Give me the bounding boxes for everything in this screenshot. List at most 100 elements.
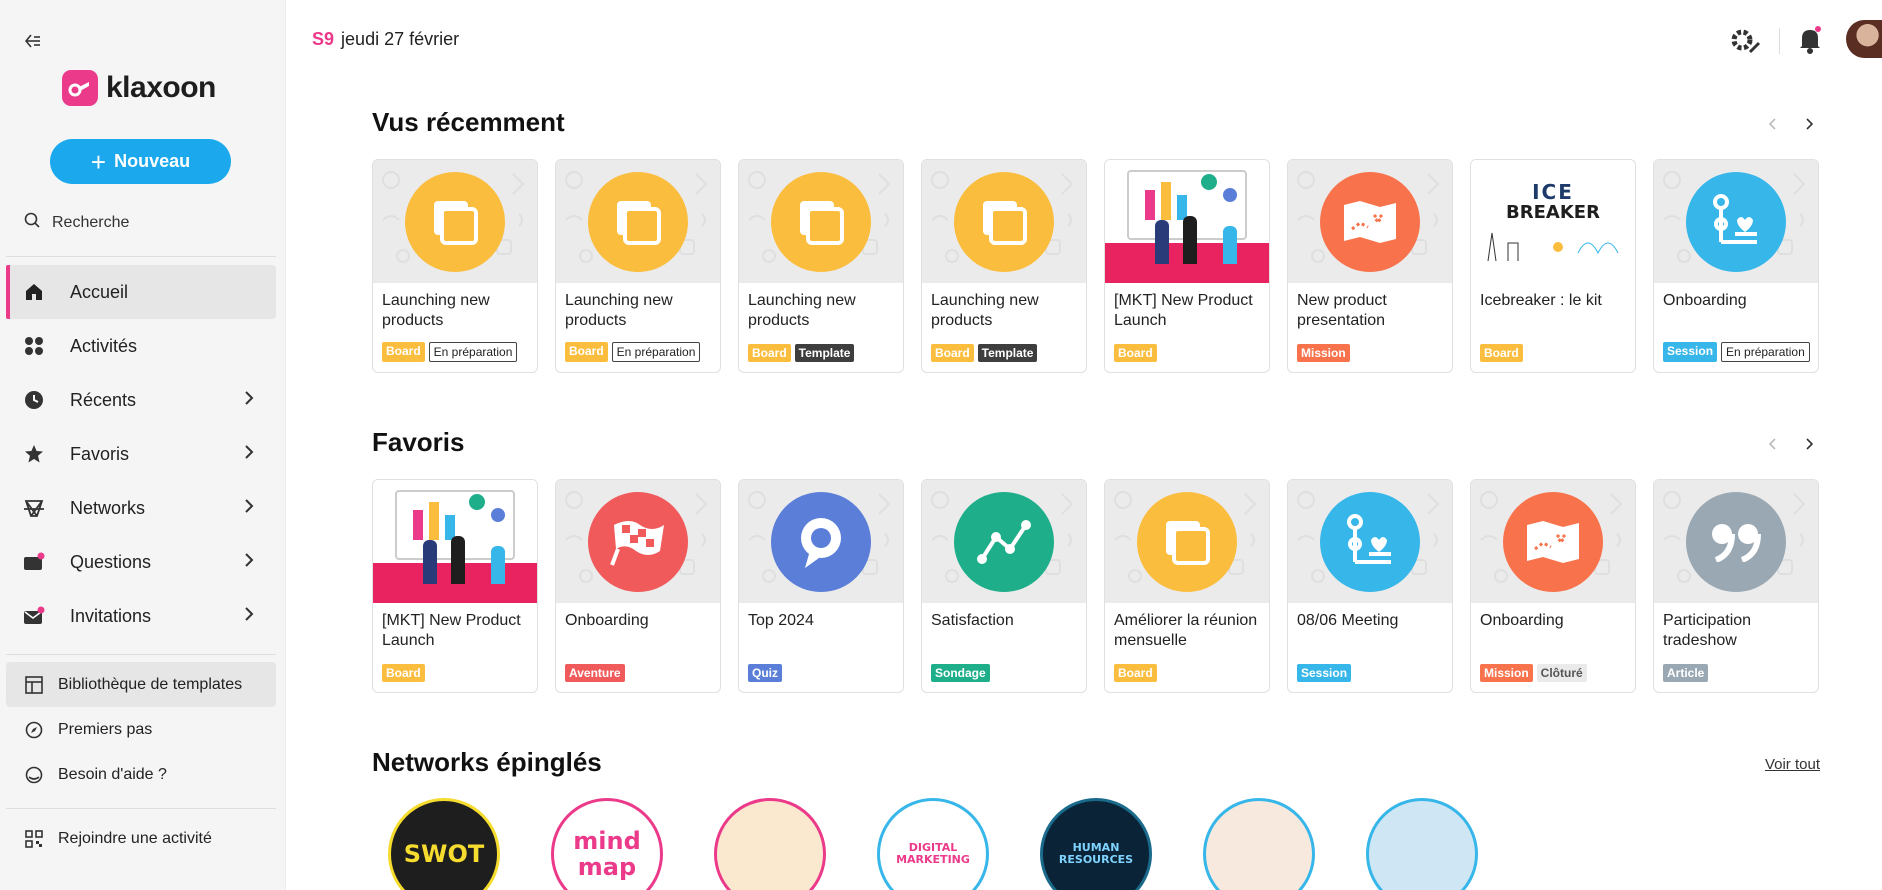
sidebar-item-recents[interactable]: Récents: [6, 373, 276, 427]
card-title: 08/06 Meeting: [1297, 612, 1399, 629]
card-tags: Board: [382, 664, 425, 682]
activity-card[interactable]: Launching new products Board Template: [738, 159, 904, 373]
activity-card[interactable]: Top 2024 Quiz: [738, 479, 904, 693]
card-title: Participation tradeshow: [1663, 612, 1752, 649]
card-tag: Board: [1114, 664, 1157, 682]
sidebar-item-label: Accueil: [70, 281, 129, 302]
card-title: [MKT] New Product Launch: [1114, 292, 1253, 329]
card-title: Onboarding: [1663, 292, 1747, 309]
card-tag: Board: [1114, 344, 1157, 362]
star-icon: [22, 442, 46, 466]
card-tag: En préparation: [428, 342, 518, 362]
activity-card[interactable]: New product presentation Mission: [1287, 159, 1453, 373]
card-title: [MKT] New Product Launch: [382, 612, 521, 649]
divider: [6, 256, 276, 257]
activity-card[interactable]: Améliorer la réunion mensuelle Board: [1104, 479, 1270, 693]
card-tag: Board: [1480, 344, 1523, 362]
quiz-icon: [771, 491, 871, 592]
notification-bell-icon[interactable]: [1798, 26, 1824, 59]
card-thumbnail: [373, 480, 537, 603]
activity-card[interactable]: Participation tradeshow Article: [1653, 479, 1819, 693]
network-label: mind map: [573, 826, 641, 881]
digital-marketing-network[interactable]: DIGITAL MARKETING: [877, 798, 989, 890]
chevron-right-icon: [244, 444, 254, 465]
paris-network[interactable]: [1366, 798, 1478, 890]
week-number: S9: [312, 29, 335, 49]
card-tags: Board Template: [748, 344, 855, 362]
activity-card[interactable]: Onboarding Mission Clôturé: [1470, 479, 1636, 693]
activity-card[interactable]: Onboarding Session En préparation: [1653, 159, 1819, 373]
chevron-right-icon[interactable]: [1801, 436, 1817, 452]
activity-card[interactable]: Launching new products Board En préparatio…: [555, 159, 721, 373]
card-thumbnail: [922, 160, 1086, 283]
recent-cards: Launching new products Board En préparatio…: [372, 159, 1819, 373]
marketing-illustration: [1105, 160, 1269, 283]
favorites-carousel-arrows: [1765, 436, 1817, 452]
join-activity-link[interactable]: Rejoindre une activité: [6, 816, 276, 861]
card-tag: Board: [382, 342, 425, 362]
network-label: HUMAN RESOURCES: [1058, 840, 1134, 866]
card-tags: Board En préparation: [382, 342, 518, 362]
card-thumbnail: [1288, 480, 1452, 603]
new-button[interactable]: + Nouveau: [50, 139, 231, 184]
flag-icon: [588, 491, 688, 592]
sidebar-item-questions[interactable]: Questions: [6, 535, 276, 589]
team-network[interactable]: [1203, 798, 1315, 890]
activity-card[interactable]: Onboarding Aventure: [555, 479, 721, 693]
card-tag: Board: [748, 344, 791, 362]
sidebar-item-accueil[interactable]: Accueil: [6, 265, 276, 319]
recent-section-title: Vus récemment: [372, 107, 565, 137]
collapse-sidebar-icon[interactable]: [22, 30, 44, 52]
sidebar-item-premiers-pas[interactable]: Premiers pas: [6, 707, 276, 752]
map-icon: [1503, 491, 1603, 592]
activity-card[interactable]: Launching new products Board En préparatio…: [372, 159, 538, 373]
card-title: Launching new products: [382, 292, 490, 329]
chevron-right-icon[interactable]: [1801, 116, 1817, 132]
sidebar-item-template-library[interactable]: Bibliothèque de templates: [6, 662, 276, 707]
activity-card[interactable]: Satisfaction Sondage: [921, 479, 1087, 693]
activity-card[interactable]: [MKT] New Product Launch Board: [1104, 159, 1270, 373]
sidebar-item-label: Activités: [70, 335, 138, 356]
search-link[interactable]: Recherche: [24, 212, 129, 233]
pink-network[interactable]: [714, 798, 826, 890]
card-thumbnail: [556, 160, 720, 283]
sidebar-item-help[interactable]: Besoin d'aide ?: [6, 752, 276, 797]
card-tag: Quiz: [748, 664, 782, 682]
icebreaker-illustration: ICE BREAKER: [1471, 160, 1635, 283]
activity-card[interactable]: 08/06 Meeting Session: [1287, 479, 1453, 693]
folder-icon: [405, 171, 505, 272]
chevron-left-icon[interactable]: [1765, 436, 1781, 452]
card-tag: Template: [794, 344, 855, 362]
see-all-link[interactable]: Voir tout: [1765, 756, 1820, 773]
card-tag: En préparation: [1721, 342, 1810, 362]
mindmap-network[interactable]: mind map: [551, 798, 663, 890]
divider: [6, 808, 276, 809]
sidebar-item-favoris[interactable]: Favoris: [6, 427, 276, 481]
klaxoon-logo-icon: [62, 70, 98, 106]
settings-icon[interactable]: [1728, 26, 1762, 61]
activity-card[interactable]: Launching new products Board Template: [921, 159, 1087, 373]
swot-network[interactable]: SWOT: [388, 798, 500, 890]
card-tag: Mission: [1297, 344, 1350, 362]
chevron-right-icon: [244, 606, 254, 627]
card-thumbnail: [1105, 160, 1269, 283]
sidebar-item-networks[interactable]: Networks: [6, 481, 276, 535]
activity-card[interactable]: ICE BREAKER Icebreaker : le kit Board: [1470, 159, 1636, 373]
card-title: Onboarding: [1480, 612, 1564, 629]
card-title: Satisfaction: [931, 612, 1014, 629]
sidebar-item-activites[interactable]: Activités: [6, 319, 276, 373]
card-tag: En préparation: [611, 342, 701, 362]
sidebar-item-label: Récents: [70, 389, 137, 410]
card-tag: Board: [931, 344, 974, 362]
chevron-left-icon[interactable]: [1765, 116, 1781, 132]
avatar[interactable]: [1846, 20, 1882, 58]
chevron-right-icon: [244, 498, 254, 519]
card-tags: Board: [1480, 344, 1523, 362]
human-resources-network[interactable]: HUMAN RESOURCES: [1040, 798, 1152, 890]
folder-icon: [588, 171, 688, 272]
card-title: Launching new products: [748, 292, 856, 329]
sidebar-item-invitations[interactable]: Invitations: [6, 589, 276, 643]
klaxoon-logo[interactable]: klaxoon: [62, 70, 216, 106]
activity-card[interactable]: [MKT] New Product Launch Board: [372, 479, 538, 693]
card-tag: Session: [1663, 342, 1718, 362]
